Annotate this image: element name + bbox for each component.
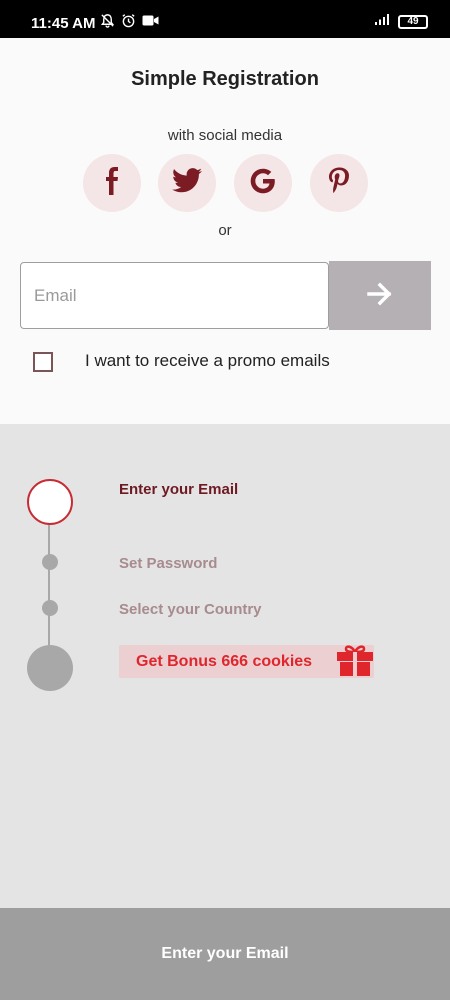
facebook-icon — [101, 166, 123, 200]
status-bar: 11:45 AM 49 — [0, 0, 450, 38]
submit-email-button[interactable] — [329, 261, 431, 330]
continue-button[interactable]: Enter your Email — [0, 908, 450, 1000]
step-label-email: Enter your Email — [119, 481, 239, 498]
alarm-icon — [121, 13, 136, 33]
arrow-right-icon — [367, 282, 393, 309]
step-indicator-final — [27, 645, 73, 691]
promo-checkbox[interactable] — [33, 352, 53, 372]
google-button[interactable] — [234, 154, 292, 212]
gift-icon — [336, 643, 374, 682]
step-indicator-active — [27, 479, 73, 525]
registration-card: Simple Registration with social media or… — [0, 38, 450, 424]
steps-panel: Enter your Email Set Password Select you… — [0, 424, 450, 908]
promo-label: I want to receive a promo emails — [85, 351, 330, 370]
step-label-country: Select your Country — [119, 601, 262, 618]
bonus-badge: Get Bonus 666 cookies — [119, 645, 374, 678]
pinterest-button[interactable] — [310, 154, 368, 212]
email-input[interactable] — [20, 262, 329, 329]
step-indicator-dot — [42, 600, 58, 616]
page-title: Simple Registration — [131, 68, 319, 90]
continue-button-label: Enter your Email — [161, 945, 289, 962]
step-indicator-dot — [42, 554, 58, 570]
bonus-text: Get Bonus 666 cookies — [136, 653, 313, 670]
status-time: 11:45 AM — [31, 15, 96, 32]
status-icons-right: 49 — [374, 13, 428, 31]
step-label-password: Set Password — [119, 555, 218, 572]
battery-icon: 49 — [398, 15, 428, 29]
facebook-button[interactable] — [83, 154, 141, 212]
pinterest-icon — [328, 167, 350, 200]
google-icon — [250, 168, 276, 199]
video-icon — [142, 14, 159, 32]
notification-off-icon — [100, 13, 115, 33]
or-divider: or — [218, 222, 232, 239]
signal-icon — [374, 13, 390, 31]
twitter-icon — [172, 168, 202, 198]
status-icons-left — [100, 13, 159, 33]
twitter-button[interactable] — [158, 154, 216, 212]
social-caption: with social media — [167, 127, 283, 144]
